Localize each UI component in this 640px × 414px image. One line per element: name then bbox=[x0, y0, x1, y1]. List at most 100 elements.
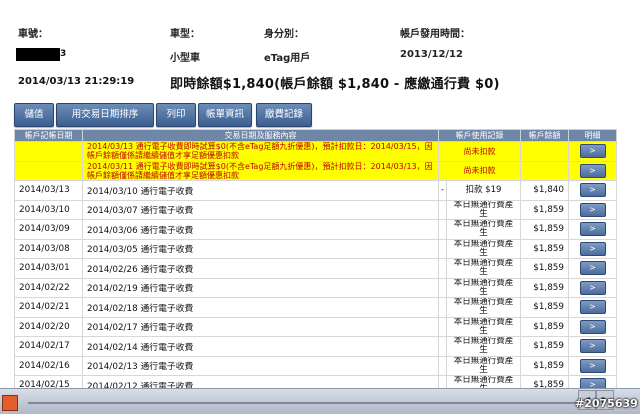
detail-button[interactable]: > bbox=[579, 183, 606, 198]
balance-value: $1,859 bbox=[520, 258, 569, 279]
detail-button[interactable]: > bbox=[579, 202, 606, 217]
detail-button[interactable]: > bbox=[579, 163, 606, 178]
table-row: 2014/02/17 2014/02/14 通行電子收費 本日無通行費產生 $1… bbox=[14, 336, 617, 357]
sort-by-date-button[interactable]: 用交易日期排序 bbox=[56, 103, 154, 127]
tx-desc: 通行電子收費 bbox=[140, 264, 194, 275]
horizontal-scrollbar[interactable] bbox=[28, 402, 576, 404]
table-header-row: 帳戶記帳日期 交易日期及服務內容 帳戶使用記錄 帳戶餘額 明細 bbox=[14, 129, 617, 142]
post-date: 2014/03/13 bbox=[14, 180, 83, 201]
tx-date: 2014/02/18 bbox=[87, 303, 138, 314]
post-date: 2014/03/08 bbox=[14, 238, 83, 259]
notice-status: 尚未扣款 bbox=[438, 160, 521, 181]
watermark: #2075639 bbox=[575, 397, 638, 410]
plate-label: 車號： bbox=[18, 29, 48, 40]
tx-desc: 通行電子收費 bbox=[140, 206, 194, 217]
usage-record: 本日無通行費產生 bbox=[446, 219, 521, 240]
usage-record: 扣款 $19 bbox=[446, 180, 521, 201]
detail-button[interactable]: > bbox=[579, 300, 606, 315]
usage-record: 本日無通行費產生 bbox=[446, 316, 521, 337]
notice-row: 2014/03/11 通行電子收費即時試算$0(不含eTag足額九折優惠)，預計… bbox=[14, 160, 617, 181]
post-date: 2014/02/21 bbox=[14, 297, 83, 318]
col-transaction: 交易日期及服務內容 bbox=[82, 129, 439, 142]
taskbar bbox=[0, 388, 640, 414]
topup-button[interactable]: 儲值 bbox=[14, 103, 54, 127]
usage-record: 本日無通行費產生 bbox=[446, 336, 521, 357]
print-button[interactable]: 列印 bbox=[156, 103, 196, 127]
tx-desc: 通行電子收費 bbox=[140, 342, 194, 353]
balance-value: $1,859 bbox=[520, 277, 569, 298]
tx-date: 2014/02/13 bbox=[87, 362, 138, 373]
post-date: 2014/02/17 bbox=[14, 336, 83, 357]
table-row: 2014/02/22 2014/02/19 通行電子收費 本日無通行費產生 $1… bbox=[14, 277, 617, 298]
debit-flag bbox=[438, 277, 447, 298]
balance-value: $1,840 bbox=[520, 180, 569, 201]
debit-flag bbox=[438, 238, 447, 259]
table-row: 2014/03/09 2014/03/06 通行電子收費 本日無通行費產生 $1… bbox=[14, 219, 617, 240]
tx-desc: 通行電子收費 bbox=[140, 186, 194, 197]
usage-record: 本日無通行費產生 bbox=[446, 297, 521, 318]
debit-flag bbox=[438, 355, 447, 376]
post-date: 2014/03/09 bbox=[14, 219, 83, 240]
balance-value: $1,859 bbox=[520, 355, 569, 376]
detail-button[interactable]: > bbox=[579, 319, 606, 334]
tx-date: 2014/03/10 bbox=[87, 186, 138, 197]
transaction-table: 帳戶記帳日期 交易日期及服務內容 帳戶使用記錄 帳戶餘額 明細 2014/03/… bbox=[14, 129, 617, 396]
usage-record: 本日無通行費產生 bbox=[446, 355, 521, 376]
usage-record: 本日無通行費產生 bbox=[446, 238, 521, 259]
tx-date: 2014/02/14 bbox=[87, 342, 138, 353]
identity-label: 身分別： bbox=[264, 29, 304, 40]
balance-value: $1,859 bbox=[520, 316, 569, 337]
detail-button[interactable]: > bbox=[579, 241, 606, 256]
billing-info-button[interactable]: 帳單資訊 bbox=[198, 103, 252, 127]
col-balance: 帳戶餘額 bbox=[520, 129, 569, 142]
plate-number: 3 bbox=[60, 49, 67, 59]
balance-value: $1,859 bbox=[520, 336, 569, 357]
table-row: 2014/03/01 2014/02/26 通行電子收費 本日無通行費產生 $1… bbox=[14, 258, 617, 279]
notice-text: 2014/03/13 通行電子收費即時試算$0(不含eTag足額九折優惠)，預計… bbox=[82, 141, 439, 162]
usage-record: 本日無通行費產生 bbox=[446, 199, 521, 220]
table-row: 2014/02/20 2014/02/17 通行電子收費 本日無通行費產生 $1… bbox=[14, 316, 617, 337]
balance-value: $1,859 bbox=[520, 219, 569, 240]
tx-date: 2014/02/26 bbox=[87, 264, 138, 275]
detail-button[interactable]: > bbox=[579, 261, 606, 276]
debit-flag bbox=[438, 336, 447, 357]
table-row: 2014/03/10 2014/03/07 通行電子收費 本日無通行費產生 $1… bbox=[14, 199, 617, 220]
app-icon[interactable] bbox=[2, 395, 18, 411]
balance-value: $1,859 bbox=[520, 297, 569, 318]
realtime-balance: 即時餘額$1,840(帳戶餘額 $1,840 - 應繳通行費 $0) bbox=[170, 77, 500, 92]
col-usage: 帳戶使用記錄 bbox=[438, 129, 521, 142]
tx-date: 2014/03/07 bbox=[87, 206, 138, 217]
account-time-label: 帳戶發用時間： bbox=[400, 29, 470, 40]
car-type-label: 車型： bbox=[170, 29, 200, 40]
debit-flag bbox=[438, 199, 447, 220]
detail-button[interactable]: > bbox=[579, 222, 606, 237]
post-date: 2014/02/20 bbox=[14, 316, 83, 337]
debit-flag bbox=[438, 316, 447, 337]
tx-desc: 通行電子收費 bbox=[140, 362, 194, 373]
col-post-date: 帳戶記帳日期 bbox=[14, 129, 83, 142]
tx-desc: 通行電子收費 bbox=[140, 303, 194, 314]
tx-desc: 通行電子收費 bbox=[140, 245, 194, 256]
post-date: 2014/02/22 bbox=[14, 277, 83, 298]
detail-button[interactable]: > bbox=[579, 339, 606, 354]
detail-button[interactable]: > bbox=[579, 358, 606, 373]
table-row: 2014/02/16 2014/02/13 通行電子收費 本日無通行費產生 $1… bbox=[14, 355, 617, 376]
notice-row: 2014/03/13 通行電子收費即時試算$0(不含eTag足額九折優惠)，預計… bbox=[14, 141, 617, 162]
notice-status: 尚未扣款 bbox=[438, 141, 521, 162]
debit-flag bbox=[438, 297, 447, 318]
table-row: 2014/03/13 2014/03/10 通行電子收費 - 扣款 $19 $1… bbox=[14, 180, 617, 201]
tx-date: 2014/02/17 bbox=[87, 323, 138, 334]
account-date-value: 2013/12/12 bbox=[400, 49, 463, 60]
detail-button[interactable]: > bbox=[579, 144, 606, 159]
payment-records-button[interactable]: 繳費記錄 bbox=[256, 103, 312, 127]
col-detail: 明細 bbox=[568, 129, 617, 142]
detail-button[interactable]: > bbox=[579, 280, 606, 295]
debit-flag bbox=[438, 258, 447, 279]
balance-value: $1,859 bbox=[520, 199, 569, 220]
balance-value: $1,859 bbox=[520, 238, 569, 259]
post-date: 2014/03/01 bbox=[14, 258, 83, 279]
notice-text: 2014/03/11 通行電子收費即時試算$0(不含eTag足額九折優惠)，預計… bbox=[82, 160, 439, 181]
car-type-value: 小型車 bbox=[170, 53, 200, 64]
tx-desc: 通行電子收費 bbox=[140, 225, 194, 236]
tx-desc: 通行電子收費 bbox=[140, 284, 194, 295]
